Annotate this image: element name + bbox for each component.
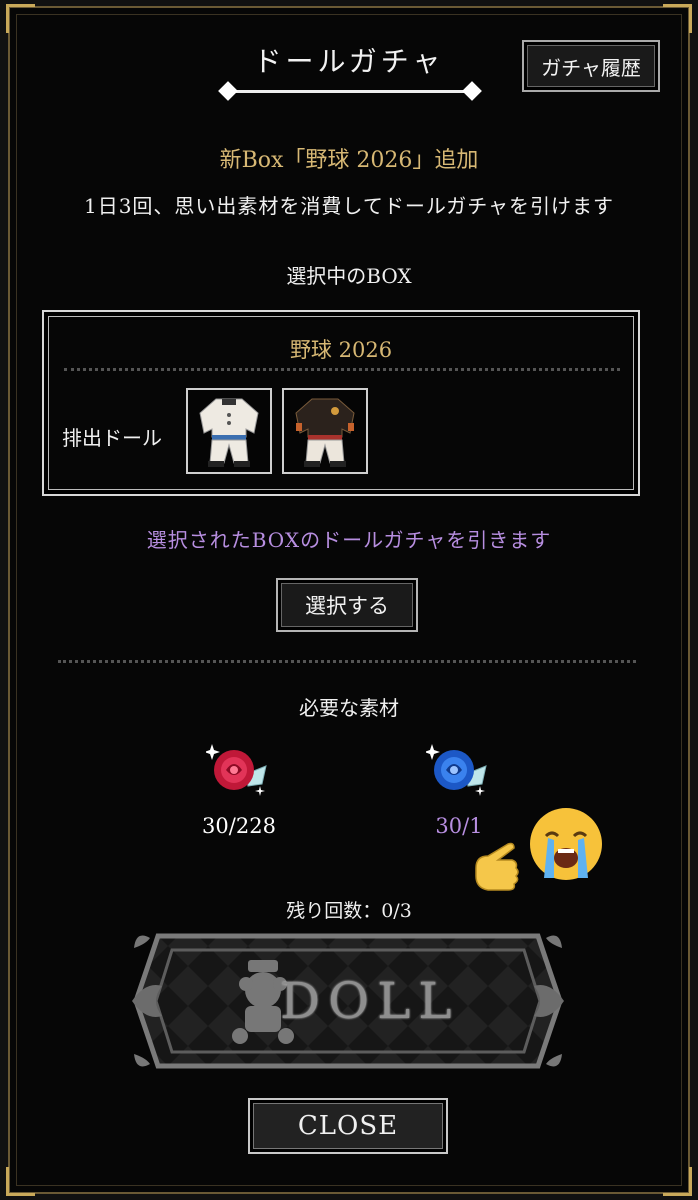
- black-baseball-uniform-icon: [295, 398, 355, 467]
- gacha-description: 1日3回、思い出素材を消費してドールガチャを引けます: [83, 194, 615, 218]
- title-underline: [228, 90, 472, 93]
- corner-ornament: [6, 1167, 35, 1196]
- red-rose-icon: [204, 740, 272, 802]
- corner-ornament: [6, 4, 35, 33]
- pointing-finger-emoji-sticker: [468, 838, 528, 902]
- dotted-divider: [64, 368, 620, 371]
- gacha-history-button[interactable]: ガチャ履歴: [522, 40, 660, 92]
- red-material-count: 30/228: [202, 814, 276, 838]
- new-box-notice: 新Box「野球 2026」追加: [219, 148, 479, 173]
- crying-emoji-sticker: [526, 804, 606, 888]
- blue-material-count: 30/1: [435, 814, 483, 838]
- close-button[interactable]: CLOSE: [248, 1098, 448, 1154]
- corner-ornament: [663, 1167, 692, 1196]
- box-name: 野球 2026: [289, 338, 393, 362]
- white-baseball-uniform-icon: [199, 398, 259, 467]
- selected-box-label: 選択中のBOX: [286, 264, 412, 288]
- doll-button-label: DOLL: [280, 972, 460, 1030]
- blue-rose-icon: [424, 740, 492, 802]
- doll-item-slot[interactable]: [282, 388, 368, 474]
- materials-label: 必要な素材: [299, 696, 399, 720]
- dotted-divider: [58, 660, 636, 663]
- dolls-label: 排出ドール: [62, 426, 162, 450]
- corner-ornament: [663, 4, 692, 33]
- doll-item-slot[interactable]: [186, 388, 272, 474]
- select-button[interactable]: 選択する: [276, 578, 418, 632]
- select-note: 選択されたBOXのドールガチャを引きます: [146, 528, 552, 552]
- remaining-count: 残り回数：0/3: [286, 900, 412, 922]
